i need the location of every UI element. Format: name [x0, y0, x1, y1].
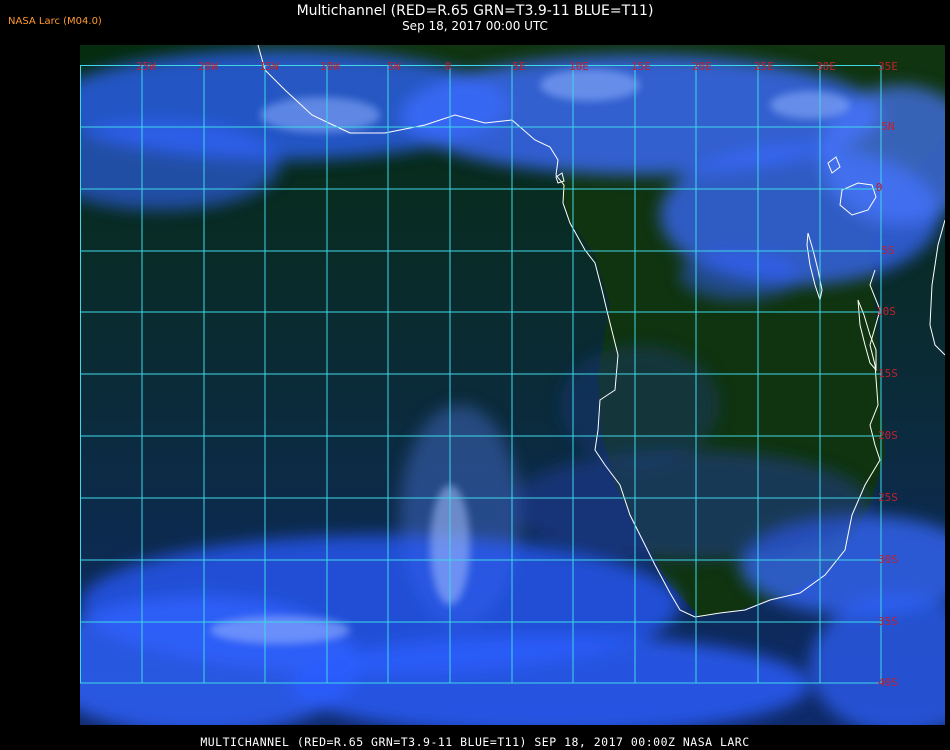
lon-label: 20E: [692, 60, 712, 73]
lat-label: 20S: [878, 429, 898, 442]
lon-label: 15W: [259, 60, 279, 73]
lon-label: 5W: [387, 60, 401, 73]
lat-label: 30S: [878, 553, 898, 566]
lat-label: 10S: [876, 305, 896, 318]
lon-label: 25W: [136, 60, 156, 73]
lon-label: 25E: [754, 60, 774, 73]
lon-label: 30E: [816, 60, 836, 73]
lat-label: 35S: [878, 615, 898, 628]
satellite-image-map[interactable]: 25W 20W 15W 10W 5W 0 5E 10E 15E 20E 25E …: [40, 44, 950, 735]
lon-label: 0: [445, 60, 452, 73]
lon-label: 10W: [320, 60, 340, 73]
lon-label: 15E: [631, 60, 651, 73]
lat-label: 15S: [878, 367, 898, 380]
lon-label: 35E: [878, 60, 898, 73]
satellite-image-svg: 25W 20W 15W 10W 5W 0 5E 10E 15E 20E 25E …: [40, 44, 950, 735]
image-timestamp: Sep 18, 2017 00:00 UTC: [402, 19, 548, 33]
lat-label: 25S: [878, 491, 898, 504]
lon-label: 20W: [198, 60, 218, 73]
lon-label: 5E: [512, 60, 525, 73]
lat-label: 40S: [878, 676, 898, 689]
lon-label: 10E: [569, 60, 589, 73]
footer-caption: MULTICHANNEL (RED=R.65 GRN=T3.9-11 BLUE=…: [200, 735, 750, 749]
lat-label: 0: [876, 181, 883, 194]
image-title: Multichannel (RED=R.65 GRN=T3.9-11 BLUE=…: [296, 3, 654, 19]
lat-label: 5S: [881, 244, 894, 257]
lat-label: 5N: [881, 120, 894, 133]
